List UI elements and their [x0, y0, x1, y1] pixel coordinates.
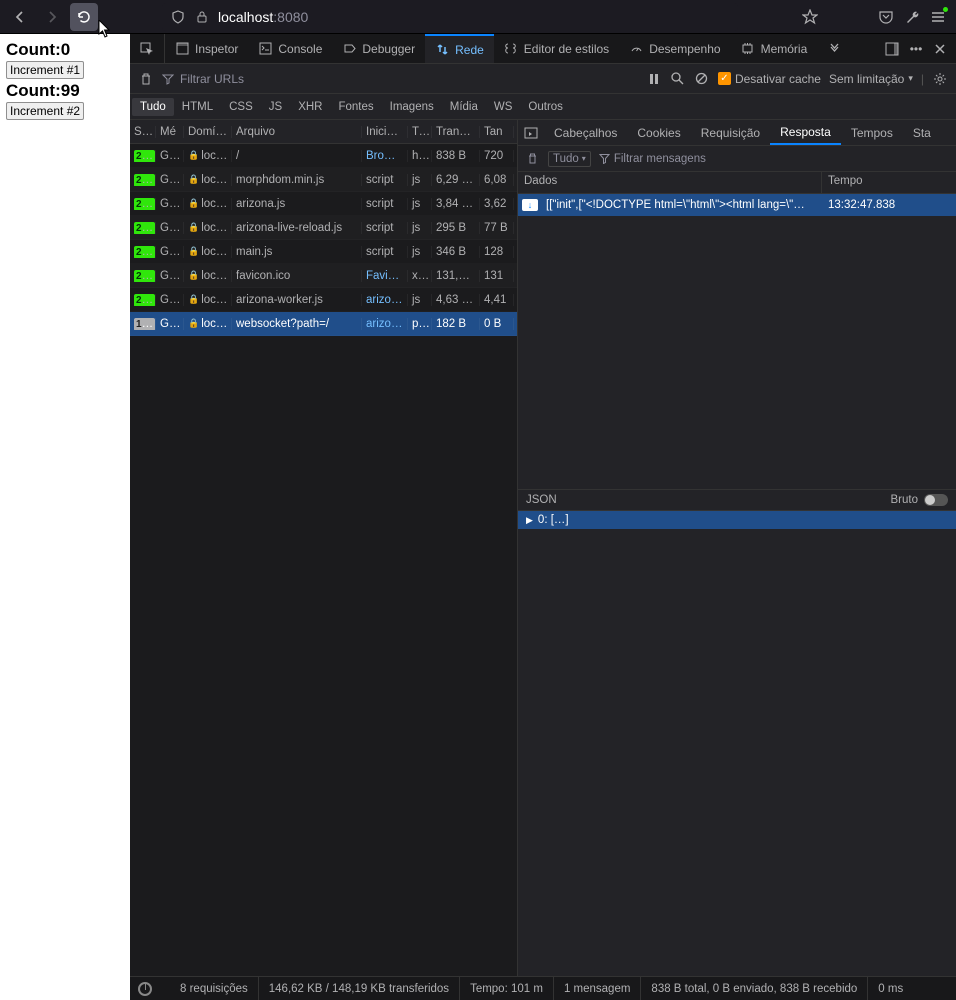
menu-icon[interactable] [930, 9, 946, 25]
tabs-overflow[interactable] [817, 34, 851, 63]
filter-js[interactable]: JS [261, 98, 290, 116]
increment-1-button[interactable]: Increment #1 [6, 61, 84, 79]
status-time: Tempo: 101 m [460, 977, 554, 1000]
messages-empty-area [518, 216, 956, 489]
tab-debugger[interactable]: Debugger [332, 34, 425, 63]
bookmark-star-icon[interactable] [802, 9, 818, 25]
json-label: JSON [526, 494, 557, 506]
reload-button[interactable] [70, 3, 98, 31]
back-button[interactable] [6, 3, 34, 31]
filter-ws[interactable]: WS [486, 98, 521, 116]
table-row[interactable]: 200GET🔒loc…morphdom.min.jsscriptjs6,29 K… [130, 168, 517, 192]
settings-gear-icon[interactable] [932, 71, 948, 87]
table-row[interactable]: 200GET🔒loc…/Brow…htm838 B720 [130, 144, 517, 168]
detail-tab-request[interactable]: Requisição [691, 120, 770, 145]
increment-2-button[interactable]: Increment #2 [6, 102, 84, 120]
detail-headers-icon[interactable] [518, 120, 544, 145]
shield-icon [170, 9, 186, 25]
filter-messages-input[interactable]: Filtrar mensagens [599, 153, 706, 165]
block-icon[interactable] [694, 71, 710, 87]
tab-console[interactable]: Console [248, 34, 332, 63]
clear-icon[interactable] [138, 71, 154, 87]
throttle-select[interactable]: Sem limitação▾ [829, 72, 913, 86]
col-tempo[interactable]: Tempo [822, 172, 956, 193]
raw-label: Bruto [891, 494, 919, 506]
message-type-select[interactable]: Tudo▾ [548, 151, 591, 167]
count-0-label: Count:0 [6, 40, 124, 60]
divider: | [921, 72, 924, 86]
status-messages: 1 mensagem [554, 977, 641, 1000]
tab-memory[interactable]: Memória [731, 34, 818, 63]
status-requests: 8 requisições [170, 977, 259, 1000]
tab-inspector[interactable]: Inspetor [165, 34, 248, 63]
stopwatch-icon[interactable] [138, 982, 152, 996]
pause-icon[interactable] [646, 71, 662, 87]
detail-tab-headers[interactable]: Cabeçalhos [544, 120, 627, 145]
filter-all[interactable]: Tudo [132, 98, 174, 116]
clear-messages-icon[interactable] [524, 151, 540, 167]
count-99-label: Count:99 [6, 81, 124, 101]
status-transferred: 146,62 KB / 148,19 KB transferidos [259, 977, 460, 1000]
pick-element-button[interactable] [130, 34, 165, 63]
more-icon[interactable]: ••• [908, 41, 924, 57]
status-ms: 0 ms [868, 977, 913, 1000]
forward-button[interactable] [38, 3, 66, 31]
filter-urls-input[interactable]: Filtrar URLs [162, 72, 244, 86]
table-row[interactable]: 200GET🔒loc…favicon.icoFavico…x-ico131,8…… [130, 264, 517, 288]
disable-cache-checkbox[interactable]: ✓ Desativar cache [718, 72, 821, 86]
tab-performance[interactable]: Desempenho [619, 34, 730, 63]
table-header: S… Mé Domí… Arquivo Inicia… Tip Trans… T… [130, 120, 517, 144]
search-icon[interactable] [670, 71, 686, 87]
filter-other[interactable]: Outros [520, 98, 571, 116]
col-dados[interactable]: Dados [518, 172, 822, 193]
detail-tab-response[interactable]: Resposta [770, 120, 841, 145]
arrow-down-icon: ↓ [522, 199, 538, 211]
url-bar[interactable]: localhost:8080 [162, 3, 738, 31]
tab-style-editor[interactable]: Editor de estilos [494, 34, 619, 63]
table-row[interactable]: 200GET🔒loc…arizona-worker.jsarizon…js4,6… [130, 288, 517, 312]
tab-network[interactable]: Rede [425, 34, 494, 63]
filter-xhr[interactable]: XHR [290, 98, 330, 116]
table-row[interactable]: 200GET🔒loc…arizona.jsscriptjs3,84 KB3,62 [130, 192, 517, 216]
table-row[interactable]: 200GET🔒loc…arizona-live-reload.jsscriptj… [130, 216, 517, 240]
filter-fonts[interactable]: Fontes [330, 98, 381, 116]
filter-media[interactable]: Mídia [442, 98, 486, 116]
ws-message-row[interactable]: ↓ [["init",["<!DOCTYPE html=\"html\"><ht… [518, 194, 956, 216]
close-devtools-icon[interactable] [932, 41, 948, 57]
dock-side-icon[interactable] [884, 41, 900, 57]
json-array-row[interactable]: ▶0: […] [518, 511, 956, 529]
page-body: Count:0 Increment #1 Count:99 Increment … [0, 34, 130, 1000]
filter-images[interactable]: Imagens [382, 98, 442, 116]
json-body [518, 529, 956, 976]
filter-css[interactable]: CSS [221, 98, 261, 116]
url-text: localhost:8080 [218, 9, 308, 25]
status-bar: 8 requisições 146,62 KB / 148,19 KB tran… [130, 976, 956, 1000]
detail-tab-cookies[interactable]: Cookies [627, 120, 690, 145]
raw-toggle[interactable] [924, 494, 948, 506]
wrench-icon[interactable] [904, 9, 920, 25]
detail-tab-timings[interactable]: Tempos [841, 120, 903, 145]
lock-icon [194, 9, 210, 25]
filter-html[interactable]: HTML [174, 98, 221, 116]
detail-tab-stack[interactable]: Sta [903, 120, 941, 145]
table-row[interactable]: 200GET🔒loc…main.jsscriptjs346 B128 [130, 240, 517, 264]
table-row[interactable]: 101GET🔒loc…websocket?path=/arizon…plai18… [130, 312, 517, 336]
pocket-icon[interactable] [878, 9, 894, 25]
status-bytes: 838 B total, 0 B enviado, 838 B recebido [641, 977, 868, 1000]
